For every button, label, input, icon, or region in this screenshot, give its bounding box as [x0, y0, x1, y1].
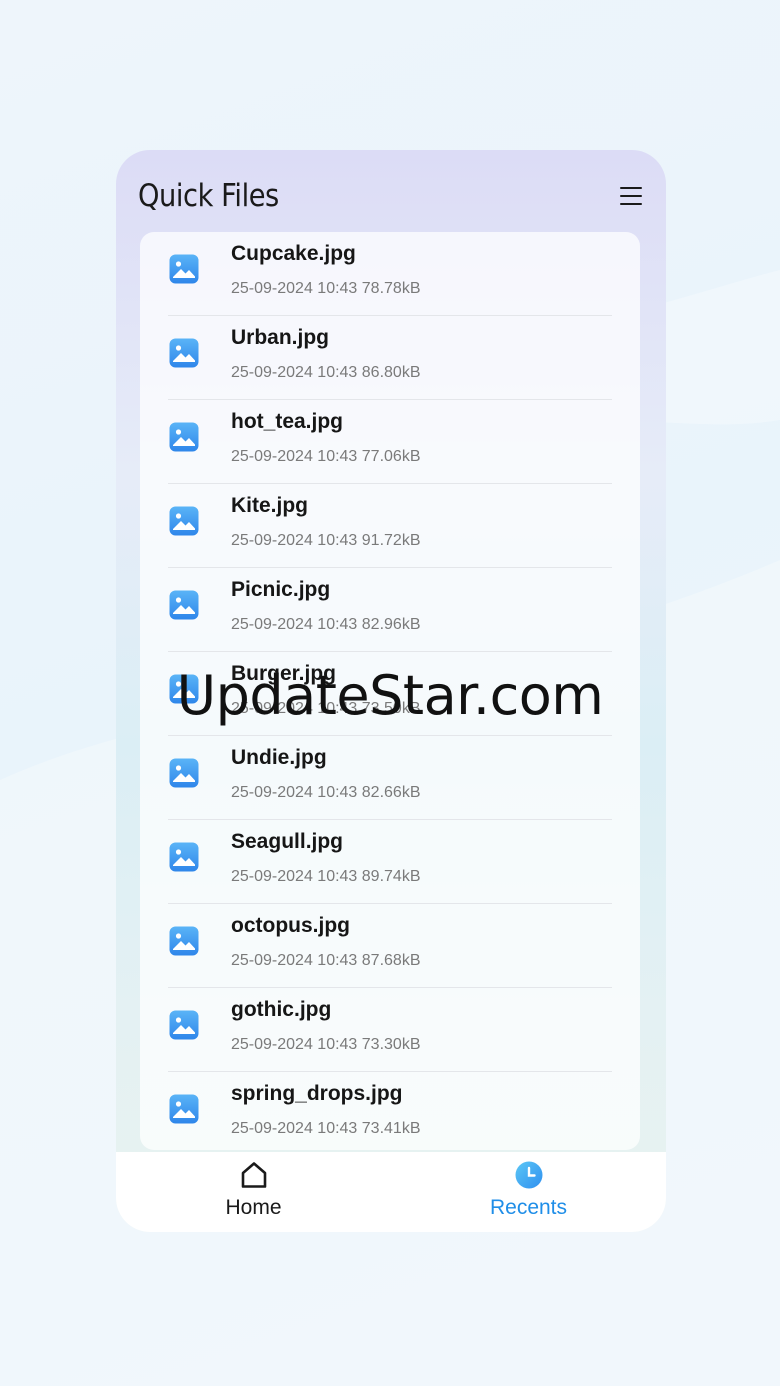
file-name: spring_drops.jpg [231, 1082, 403, 1105]
file-row[interactable]: Urban.jpg 25-09-2024 10:43 86.80kB [140, 316, 640, 400]
file-row[interactable]: hot_tea.jpg 25-09-2024 10:43 77.06kB [140, 400, 640, 484]
file-meta: 25-09-2024 10:43 86.80kB [231, 364, 421, 381]
file-meta: 25-09-2024 10:43 73.30kB [231, 1036, 421, 1053]
file-name: Urban.jpg [231, 326, 329, 349]
file-meta: 25-09-2024 10:43 91.72kB [231, 532, 421, 549]
image-icon [169, 758, 199, 788]
image-icon [169, 842, 199, 872]
image-icon [169, 1010, 199, 1040]
file-name: gothic.jpg [231, 998, 332, 1021]
image-icon [169, 926, 199, 956]
file-meta: 25-09-2024 10:43 73.41kB [231, 1120, 421, 1137]
file-row[interactable]: octopus.jpg 25-09-2024 10:43 87.68kB [140, 904, 640, 988]
file-row[interactable]: Cupcake.jpg 25-09-2024 10:43 78.78kB [140, 232, 640, 316]
clock-icon [515, 1161, 543, 1189]
header: Quick Files [116, 150, 666, 232]
file-meta: 25-09-2024 10:43 78.78kB [231, 280, 421, 297]
image-icon [169, 590, 199, 620]
nav-home[interactable]: Home [116, 1152, 391, 1232]
quick-files-panel: Quick Files Cupcake.jpg 25-09-2024 10:43 … [116, 150, 666, 1232]
home-icon [241, 1162, 267, 1188]
file-meta: 25-09-2024 10:43 77.06kB [231, 448, 421, 465]
menu-icon[interactable] [618, 184, 644, 208]
file-row[interactable]: Seagull.jpg 25-09-2024 10:43 89.74kB [140, 820, 640, 904]
file-name: Undie.jpg [231, 746, 327, 769]
bottom-nav: Home Recents [116, 1152, 666, 1232]
image-icon [169, 674, 199, 704]
file-name: Burger.jpg [231, 662, 337, 685]
file-meta: 25-09-2024 10:43 87.68kB [231, 952, 421, 969]
file-meta: 25-09-2024 10:43 89.74kB [231, 868, 421, 885]
file-meta: 25-09-2024 10:43 82.66kB [231, 784, 421, 801]
file-meta: 25-09-2024 10:43 73.50kB [231, 700, 421, 717]
file-name: Kite.jpg [231, 494, 308, 517]
file-name: Seagull.jpg [231, 830, 344, 853]
image-icon [169, 422, 199, 452]
file-row[interactable]: Picnic.jpg 25-09-2024 10:43 82.96kB [140, 568, 640, 652]
file-name: octopus.jpg [231, 914, 350, 937]
file-name: hot_tea.jpg [231, 410, 344, 433]
image-icon [169, 1094, 199, 1124]
image-icon [169, 254, 199, 284]
image-icon [169, 506, 199, 536]
file-row[interactable]: Undie.jpg 25-09-2024 10:43 82.66kB [140, 736, 640, 820]
page-title: Quick Files [138, 178, 279, 214]
file-row[interactable]: Kite.jpg 25-09-2024 10:43 91.72kB [140, 484, 640, 568]
file-row[interactable]: gothic.jpg 25-09-2024 10:43 73.30kB [140, 988, 640, 1072]
nav-home-label: Home [225, 1196, 282, 1219]
image-icon [169, 338, 199, 368]
file-row[interactable]: Burger.jpg 25-09-2024 10:43 73.50kB [140, 652, 640, 736]
nav-recents[interactable]: Recents [391, 1152, 666, 1232]
nav-recents-label: Recents [489, 1196, 568, 1219]
file-name: Cupcake.jpg [231, 242, 356, 265]
file-list: Cupcake.jpg 25-09-2024 10:43 78.78kB Urban… [140, 232, 640, 1150]
file-row[interactable]: spring_drops.jpg 25-09-2024 10:43 73.41kB [140, 1072, 640, 1150]
file-meta: 25-09-2024 10:43 82.96kB [231, 616, 421, 633]
file-name: Picnic.jpg [231, 578, 331, 601]
